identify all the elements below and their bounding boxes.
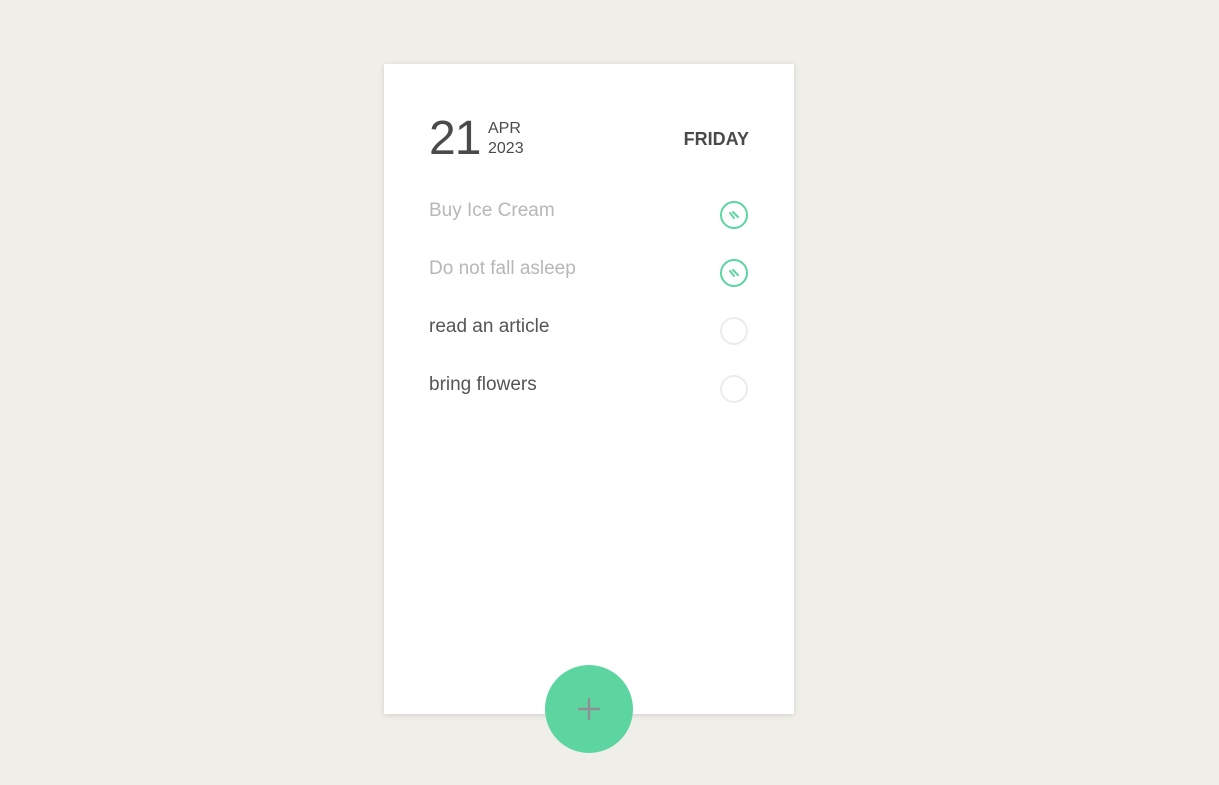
task-checkbox[interactable] (720, 201, 748, 229)
task-checkbox[interactable] (720, 375, 748, 403)
check-icon (729, 211, 739, 219)
task-item[interactable]: Do not fall asleep (429, 258, 749, 316)
date-year: 2023 (488, 140, 524, 157)
task-checkbox[interactable] (720, 317, 748, 345)
task-label: Do not fall asleep (429, 258, 576, 279)
date-day: 21 (429, 112, 481, 165)
weekday-label: FRIDAY (683, 129, 749, 149)
task-list: Buy Ice Cream Do not fall asleep read an… (429, 200, 749, 432)
check-icon (729, 269, 739, 277)
task-label: Buy Ice Cream (429, 200, 555, 221)
date-header: 21 APR 2023 FRIDAY (429, 114, 749, 164)
add-task-button[interactable] (545, 665, 633, 753)
task-checkbox[interactable] (720, 259, 748, 287)
task-item[interactable]: bring flowers (429, 374, 749, 432)
task-label: read an article (429, 316, 550, 337)
task-item[interactable]: Buy Ice Cream (429, 200, 749, 258)
task-label: bring flowers (429, 374, 537, 395)
plus-icon (578, 698, 600, 720)
task-item[interactable]: read an article (429, 316, 749, 374)
todo-card: 21 APR 2023 FRIDAY Buy Ice Cream Do not … (384, 64, 794, 714)
date-month: APR (488, 120, 521, 137)
